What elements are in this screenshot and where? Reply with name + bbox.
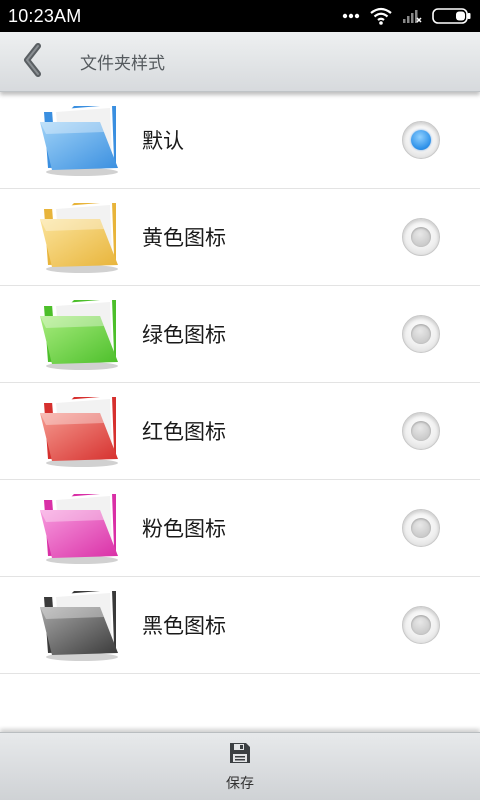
status-bar: 10:23AM [0,0,480,32]
folder-icon [38,587,122,663]
folder-icon [38,102,122,178]
radio-dot [411,324,431,344]
radio-dot [411,421,431,441]
floppy-disk-icon [228,741,252,769]
radio-dot [411,518,431,538]
folder-icon [38,393,122,469]
radio-button[interactable] [402,218,440,256]
save-button[interactable]: 保存 [195,735,285,799]
chevron-left-icon [21,42,43,81]
item-label: 绿色图标 [142,323,226,347]
title-bar: 文件夹样式 [0,32,480,92]
back-button[interactable] [0,32,64,92]
folder-icon [38,490,122,566]
folder-style-list: 默认黄色图标绿色图标红色图标粉色图标黑色图标 [0,92,480,674]
radio-button[interactable] [402,412,440,450]
item-label: 黄色图标 [142,226,226,250]
list-item[interactable]: 黄色图标 [0,189,480,286]
wifi-icon [370,7,392,25]
list-item[interactable]: 默认 [0,92,480,189]
radio-dot [411,227,431,247]
signal-icon [402,8,422,24]
radio-dot [411,130,431,150]
list-item[interactable]: 粉色图标 [0,480,480,577]
status-icons [342,7,472,25]
radio-button[interactable] [402,315,440,353]
bottom-bar: 保存 [0,732,480,800]
item-label: 黑色图标 [142,614,226,638]
item-label: 粉色图标 [142,517,226,541]
list-item[interactable]: 黑色图标 [0,577,480,674]
save-label: 保存 [226,775,254,792]
radio-button[interactable] [402,606,440,644]
list-item[interactable]: 红色图标 [0,383,480,480]
item-label: 红色图标 [142,420,226,444]
item-label: 默认 [142,129,184,153]
more-dots-icon [342,13,360,19]
folder-icon [38,296,122,372]
status-time: 10:23AM [8,5,82,26]
battery-icon [432,8,472,24]
radio-button[interactable] [402,509,440,547]
page-title: 文件夹样式 [80,54,165,74]
radio-button[interactable] [402,121,440,159]
radio-dot [411,615,431,635]
folder-icon [38,199,122,275]
list-item[interactable]: 绿色图标 [0,286,480,383]
